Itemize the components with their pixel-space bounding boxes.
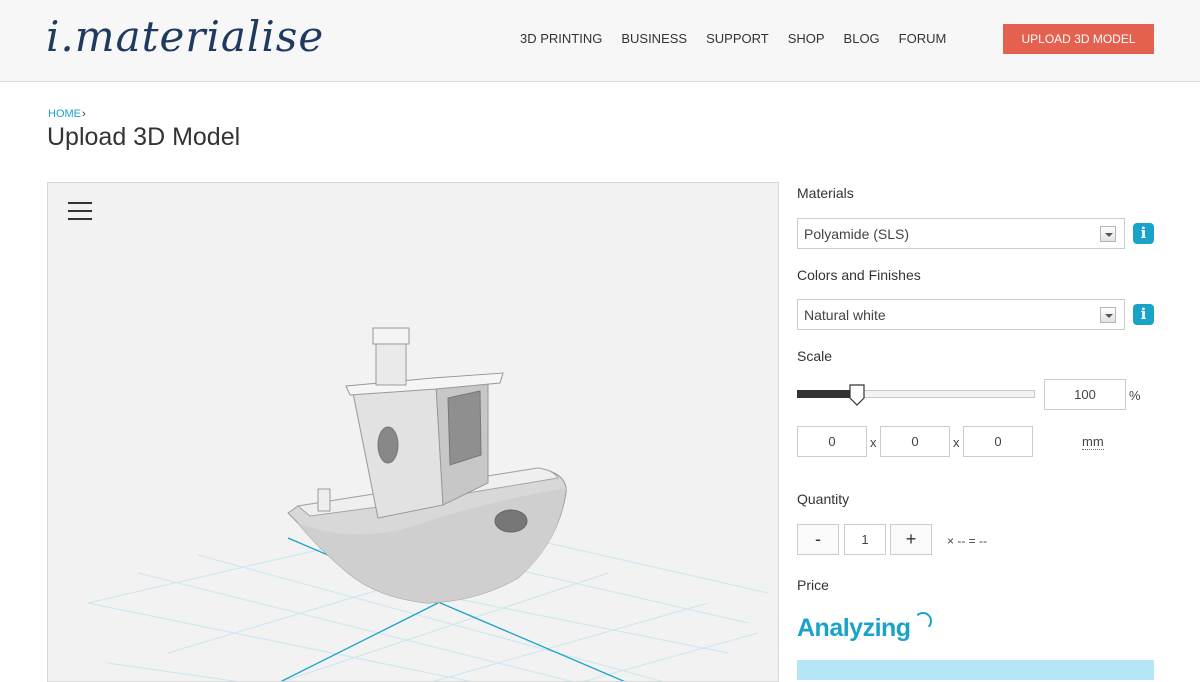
nav-blog[interactable]: BLOG — [844, 31, 880, 46]
scale-percent-unit: % — [1129, 388, 1141, 403]
site-header: i.materialise 3D PRINTING BUSINESS SUPPO… — [0, 0, 1200, 82]
model-viewer-canvas[interactable] — [48, 183, 779, 682]
price-result-bar — [797, 660, 1154, 680]
dimension-x-input[interactable]: 0 — [797, 426, 867, 457]
nav-support[interactable]: SUPPORT — [706, 31, 769, 46]
analyzing-status: Analyzing — [797, 612, 932, 643]
page-title: Upload 3D Model — [47, 123, 241, 151]
color-select-value: Natural white — [804, 307, 886, 323]
quantity-decrement-button[interactable]: - — [797, 524, 839, 555]
quantity-label: Quantity — [797, 491, 850, 507]
nav-business[interactable]: BUSINESS — [621, 31, 687, 46]
quantity-increment-button[interactable]: + — [890, 524, 932, 555]
material-select-value: Polyamide (SLS) — [804, 226, 910, 242]
color-select[interactable]: Natural white — [797, 299, 1125, 330]
breadcrumb: HOME› — [48, 108, 86, 120]
breadcrumb-separator: › — [82, 108, 86, 120]
quantity-input[interactable]: 1 — [844, 524, 886, 555]
materials-label: Materials — [797, 185, 854, 201]
scale-slider[interactable] — [797, 384, 1035, 406]
dimension-z-input[interactable]: 0 — [963, 426, 1033, 457]
material-info-icon[interactable]: i — [1133, 223, 1154, 244]
imaterialise-logo[interactable]: i.materialise — [46, 10, 336, 72]
price-label: Price — [797, 577, 829, 593]
upload-3d-model-button[interactable]: UPLOAD 3D MODEL — [1003, 24, 1154, 54]
chevron-down-icon[interactable] — [1100, 226, 1116, 242]
scale-label: Scale — [797, 348, 833, 364]
main-nav: 3D PRINTING BUSINESS SUPPORT SHOP BLOG F… — [520, 31, 965, 46]
model-viewer[interactable] — [47, 182, 779, 682]
dimension-unit[interactable]: mm — [1082, 434, 1104, 450]
scale-percent-input[interactable]: 100 — [1044, 379, 1126, 410]
scale-slider-fill — [797, 390, 857, 398]
scale-slider-handle[interactable] — [849, 384, 865, 406]
quantity-total: × -- = -- — [947, 534, 988, 548]
chevron-down-icon[interactable] — [1100, 307, 1116, 323]
nav-shop[interactable]: SHOP — [788, 31, 825, 46]
dimension-y-input[interactable]: 0 — [880, 426, 950, 457]
spinner-icon — [913, 612, 932, 630]
logo-text[interactable]: i.materialise — [46, 12, 324, 61]
boat-model[interactable] — [287, 327, 567, 604]
nav-forum[interactable]: FORUM — [899, 31, 947, 46]
dimension-separator: x — [953, 435, 960, 450]
breadcrumb-home-link[interactable]: HOME — [48, 108, 81, 120]
color-info-icon[interactable]: i — [1133, 304, 1154, 325]
colors-label: Colors and Finishes — [797, 267, 921, 283]
material-select[interactable]: Polyamide (SLS) — [797, 218, 1125, 249]
nav-3d-printing[interactable]: 3D PRINTING — [520, 31, 602, 46]
dimension-separator: x — [870, 435, 877, 450]
hamburger-icon[interactable] — [68, 202, 92, 220]
analyzing-text: Analyzing — [797, 614, 911, 642]
